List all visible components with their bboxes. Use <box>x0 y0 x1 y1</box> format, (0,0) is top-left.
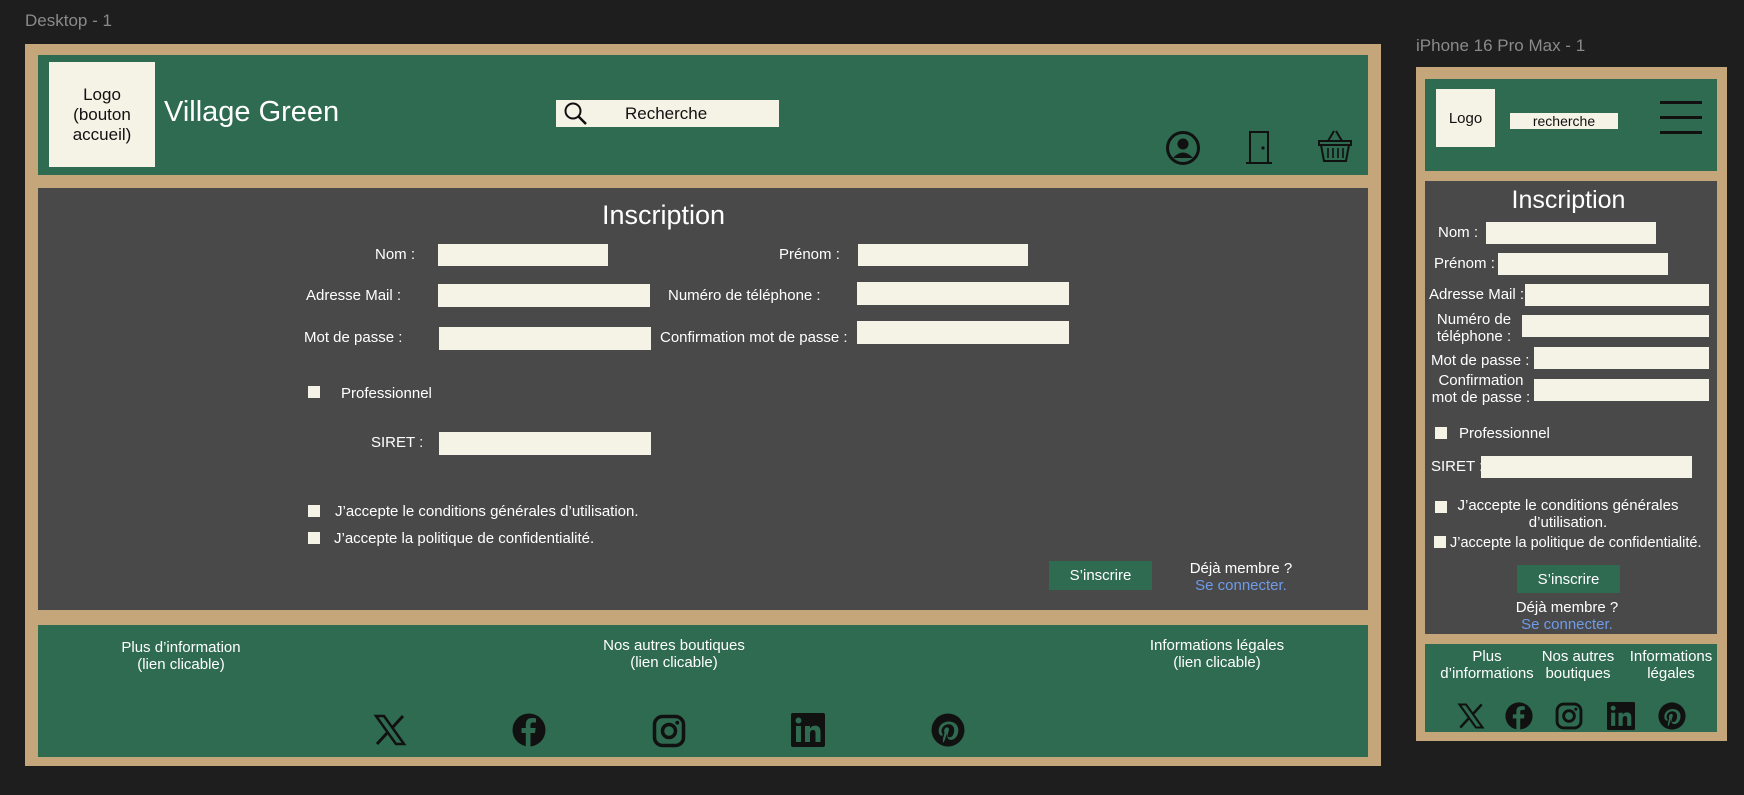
prenom-label: Prénom : <box>779 246 840 263</box>
mobile-mail-label: Adresse Mail : <box>1429 286 1525 303</box>
search-icon[interactable] <box>563 101 589 127</box>
mobile-footer-shops-l2[interactable]: boutiques <box>1536 665 1620 682</box>
pinterest-icon[interactable] <box>931 713 965 747</box>
door-icon[interactable] <box>1244 130 1274 164</box>
mobile-already-member-text: Déjà membre ? <box>1515 599 1619 616</box>
mobile-facebook-icon[interactable] <box>1505 702 1533 730</box>
mobile-footer-legal-l2[interactable]: légales <box>1624 665 1718 682</box>
cgu-checkbox[interactable] <box>308 505 320 517</box>
mobile-password-field[interactable] <box>1534 347 1709 369</box>
mobile-nom-label: Nom : <box>1438 224 1479 241</box>
mobile-search-bar[interactable]: recherche <box>1510 113 1618 129</box>
professionnel-label: Professionnel <box>341 385 432 402</box>
mobile-cgu-label: J’accepte le conditions générales d’util… <box>1452 497 1684 531</box>
mobile-mail-field[interactable] <box>1525 284 1709 306</box>
footer-shops-title[interactable]: Nos autres boutiques <box>584 637 764 654</box>
mobile-login-link[interactable]: Se connecter. <box>1506 616 1628 633</box>
mobile-nom-field[interactable] <box>1486 222 1656 244</box>
footer-more-info-link[interactable]: Plus d’information (lien clicable) <box>101 639 261 673</box>
telephone-label: Numéro de téléphone : <box>668 287 821 304</box>
facebook-icon[interactable] <box>512 713 546 747</box>
mobile-siret-field[interactable] <box>1481 456 1692 478</box>
mobile-footer-info-l1[interactable]: Plus <box>1434 648 1540 665</box>
mobile-telephone-label-l2: téléphone : <box>1436 328 1512 345</box>
footer-more-info-title[interactable]: Plus d’information <box>101 639 261 656</box>
mail-field[interactable] <box>438 284 650 307</box>
mobile-siret-label: SIRET : <box>1431 458 1484 475</box>
privacy-label: J’accepte la politique de confidentialit… <box>334 530 595 547</box>
mobile-prenom-field[interactable] <box>1498 253 1668 275</box>
footer-more-info-sub: (lien clicable) <box>137 656 225 673</box>
search-placeholder[interactable]: Recherche <box>625 104 707 124</box>
mobile-logo-button[interactable]: Logo <box>1436 89 1495 147</box>
mobile-frame-label: iPhone 16 Pro Max - 1 <box>1416 36 1586 55</box>
professionnel-checkbox[interactable] <box>308 386 320 398</box>
prenom-field[interactable] <box>858 244 1028 266</box>
password-field[interactable] <box>439 327 651 350</box>
x-icon[interactable] <box>373 713 407 747</box>
instagram-icon[interactable] <box>652 714 686 748</box>
mobile-password-confirm-label: Confirmation mot de passe : <box>1428 372 1534 406</box>
siret-label: SIRET : <box>371 434 424 451</box>
mobile-telephone-label-l1: Numéro de <box>1436 311 1512 328</box>
mobile-cgu-checkbox[interactable] <box>1435 501 1447 513</box>
mobile-prenom-label: Prénom : <box>1434 255 1495 272</box>
mobile-footer-legal-link[interactable]: Informations légales <box>1624 648 1718 682</box>
mobile-instagram-icon[interactable] <box>1555 702 1583 730</box>
mobile-professionnel-checkbox[interactable] <box>1435 427 1447 439</box>
privacy-checkbox[interactable] <box>308 532 320 544</box>
mobile-footer-shops-link[interactable]: Nos autres boutiques <box>1536 648 1620 682</box>
password-label: Mot de passe : <box>304 329 403 346</box>
mobile-password-confirm-label-l2: mot de passe : <box>1431 389 1531 406</box>
cgu-label: J’accepte le conditions générales d’util… <box>335 503 639 520</box>
footer-legal-sub: (lien clicable) <box>1173 654 1261 671</box>
mobile-privacy-checkbox[interactable] <box>1434 536 1446 548</box>
footer-legal-title[interactable]: Informations légales <box>1132 637 1302 654</box>
footer-legal-link[interactable]: Informations légales (lien clicable) <box>1132 637 1302 671</box>
mobile-footer-info-l2[interactable]: d’informations <box>1434 665 1540 682</box>
basket-icon[interactable] <box>1317 129 1353 163</box>
mobile-footer-legal-l1[interactable]: Informations <box>1624 648 1718 665</box>
mail-label: Adresse Mail : <box>306 287 402 304</box>
user-icon[interactable] <box>1165 130 1201 166</box>
mobile-signup-button[interactable]: S’inscrire <box>1517 565 1620 593</box>
mobile-footer-info-link[interactable]: Plus d’informations <box>1434 648 1540 682</box>
desktop-frame-label: Desktop - 1 <box>25 11 112 30</box>
nom-field[interactable] <box>438 244 608 266</box>
mobile-linkedin-icon[interactable] <box>1607 702 1635 730</box>
mobile-footer-shops-l1[interactable]: Nos autres <box>1536 648 1620 665</box>
registration-panel <box>38 188 1368 610</box>
linkedin-icon[interactable] <box>791 713 825 747</box>
mobile-password-confirm-label-l1: Confirmation <box>1438 372 1524 389</box>
mobile-password-confirm-field[interactable] <box>1534 379 1709 401</box>
site-title: Village Green <box>164 96 340 128</box>
mobile-professionnel-label: Professionnel <box>1459 425 1550 442</box>
telephone-field[interactable] <box>857 282 1069 305</box>
mobile-cgu-label-l1: J’accepte le conditions générales <box>1457 497 1679 514</box>
mobile-cgu-label-l2: d’utilisation. <box>1528 514 1608 531</box>
already-member-text: Déjà membre ? <box>1189 560 1293 577</box>
menu-icon[interactable] <box>1660 100 1702 136</box>
mobile-password-label: Mot de passe : <box>1431 352 1530 369</box>
footer-shops-sub: (lien clicable) <box>630 654 718 671</box>
mobile-privacy-label: J’accepte la politique de confidentialit… <box>1450 535 1702 551</box>
password-confirm-label: Confirmation mot de passe : <box>660 329 848 346</box>
signup-button[interactable]: S’inscrire <box>1049 561 1152 590</box>
nom-label: Nom : <box>375 246 416 263</box>
footer-shops-link[interactable]: Nos autres boutiques (lien clicable) <box>584 637 764 671</box>
form-title: Inscription <box>602 200 726 230</box>
mobile-x-icon[interactable] <box>1457 702 1485 730</box>
logo-home-button[interactable]: Logo (bouton accueil) <box>49 62 155 167</box>
mobile-form-title: Inscription <box>1511 186 1626 214</box>
mobile-pinterest-icon[interactable] <box>1658 702 1686 730</box>
login-link[interactable]: Se connecter. <box>1181 577 1301 594</box>
mobile-telephone-label: Numéro de téléphone : <box>1429 311 1519 345</box>
mobile-telephone-field[interactable] <box>1522 315 1709 337</box>
siret-field[interactable] <box>439 432 651 455</box>
password-confirm-field[interactable] <box>857 321 1069 344</box>
